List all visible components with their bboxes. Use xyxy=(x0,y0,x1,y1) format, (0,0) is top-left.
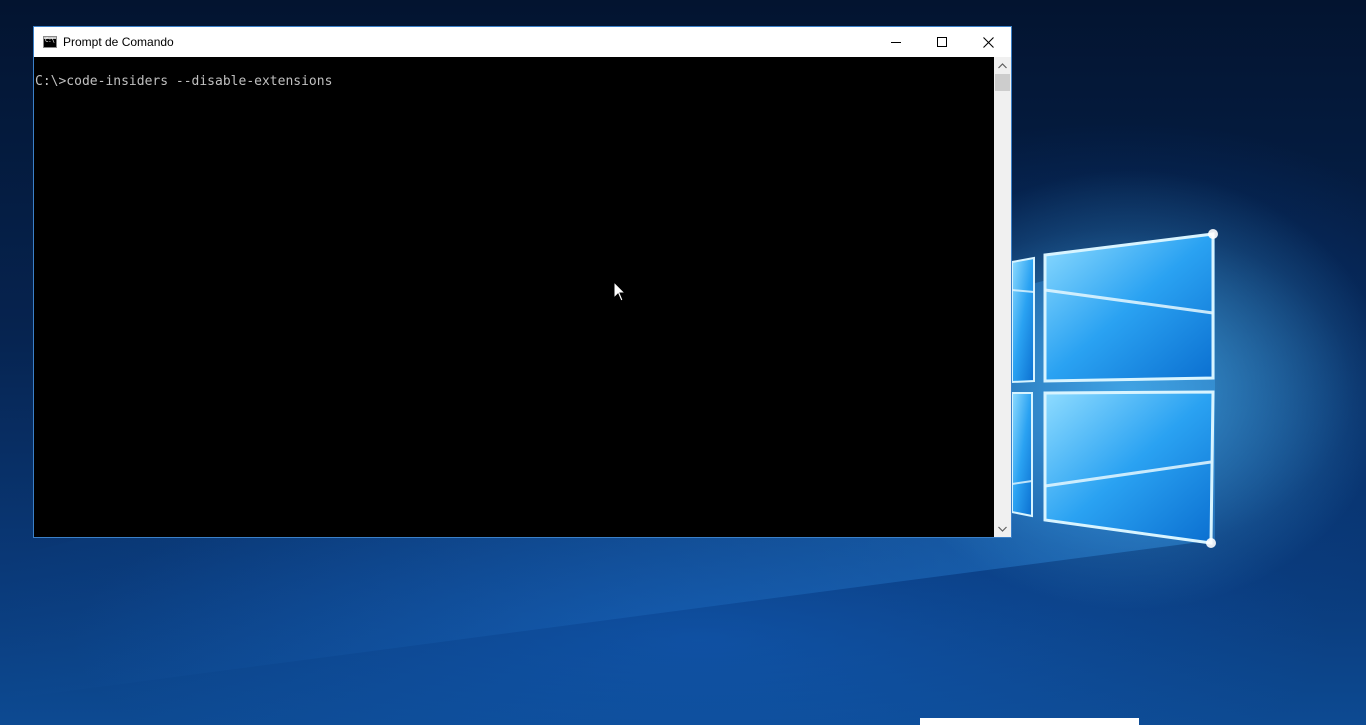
maximize-icon xyxy=(937,37,947,47)
chevron-up-icon xyxy=(998,62,1007,68)
close-icon xyxy=(982,36,994,48)
vertical-scrollbar[interactable] xyxy=(994,57,1011,537)
window-title: Prompt de Comando xyxy=(63,35,174,49)
close-button[interactable] xyxy=(965,27,1011,57)
command-prompt-window[interactable]: C:\ Prompt de Comando C:\>code-insiders … xyxy=(33,26,1012,538)
bottom-window-edge xyxy=(920,718,1139,725)
chevron-down-icon xyxy=(998,526,1007,532)
scroll-thumb[interactable] xyxy=(995,74,1010,91)
scroll-up-button[interactable] xyxy=(994,57,1011,74)
console-output[interactable]: C:\>code-insiders --disable-extensions xyxy=(34,57,994,537)
maximize-button[interactable] xyxy=(919,27,965,57)
cmd-icon-glyph: C:\ xyxy=(45,37,55,44)
minimize-icon xyxy=(891,42,901,43)
scroll-down-button[interactable] xyxy=(994,520,1011,537)
cmd-icon[interactable]: C:\ xyxy=(43,36,57,48)
mouse-pointer-icon xyxy=(613,281,627,302)
console-line: C:\>code-insiders --disable-extensions xyxy=(35,74,333,89)
minimize-button[interactable] xyxy=(873,27,919,57)
title-bar[interactable]: C:\ Prompt de Comando xyxy=(34,27,1011,57)
